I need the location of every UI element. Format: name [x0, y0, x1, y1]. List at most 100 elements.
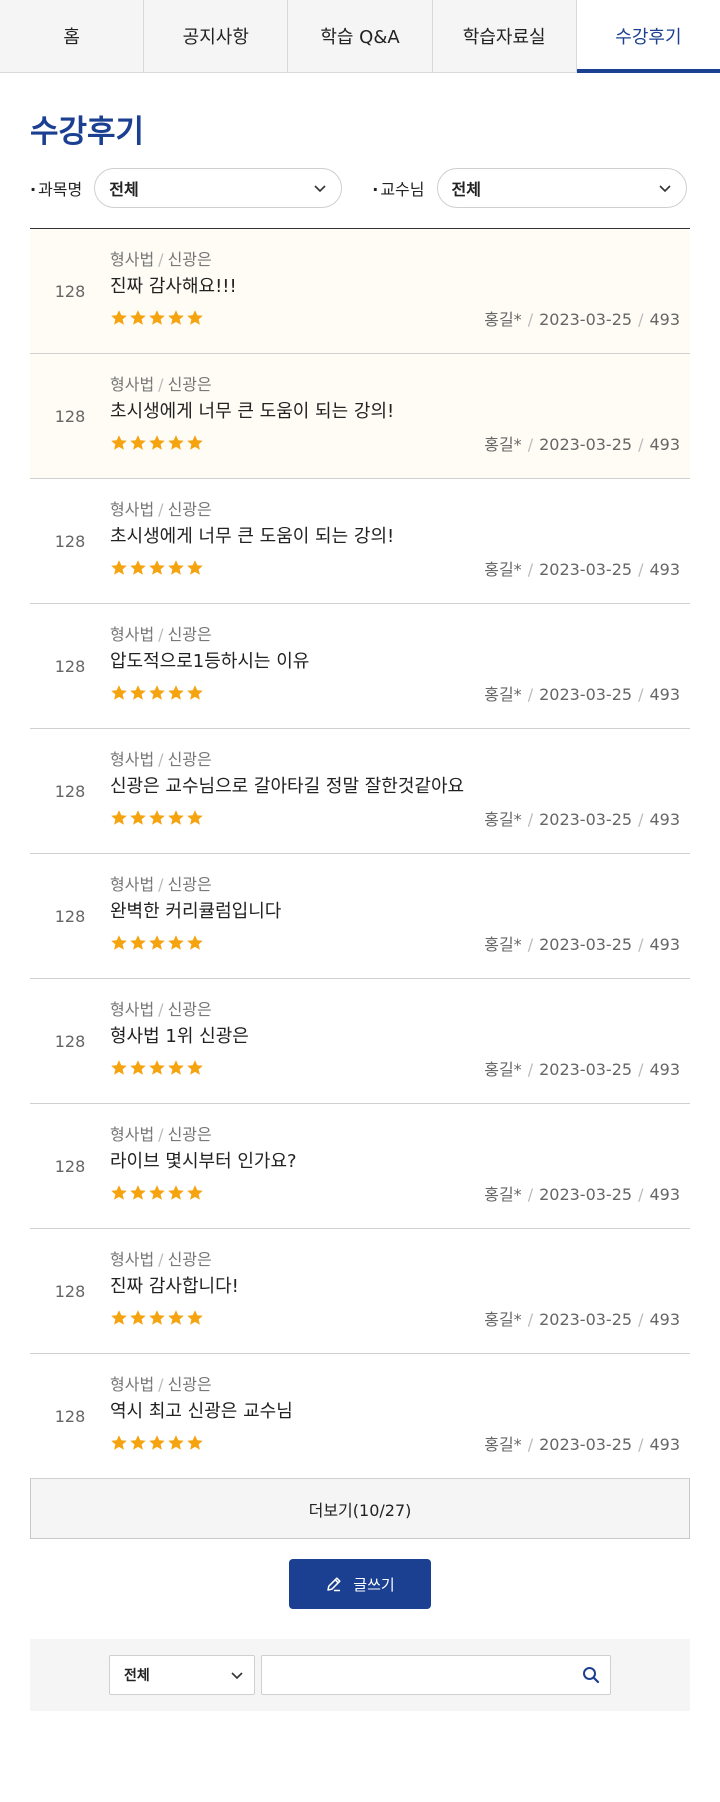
rating-stars: [110, 684, 204, 702]
star-icon: [149, 1310, 165, 1326]
review-title: 형사법 1위 신광은: [110, 1025, 249, 1047]
review-title: 진짜 감사해요!!!: [110, 275, 237, 297]
star-icon: [130, 1060, 146, 1076]
review-meta: 형사법 / 신광은: [110, 249, 212, 269]
review-list: 128 형사법 / 신광은 진짜 감사해요!!! 홍길*/2023-03-25/49…: [30, 228, 690, 1479]
review-row[interactable]: 128 형사법 / 신광은 형사법 1위 신광은 홍길*/2023-03-25/49…: [30, 979, 690, 1104]
review-row[interactable]: 128 형사법 / 신광은 초시생에게 너무 큰 도움이 되는 강의! 홍길*/20…: [30, 354, 690, 479]
search-input[interactable]: [274, 1667, 582, 1683]
review-row[interactable]: 128 형사법 / 신광은 초시생에게 너무 큰 도움이 되는 강의! 홍길*/20…: [30, 479, 690, 604]
write-button[interactable]: 글쓰기: [289, 1559, 431, 1609]
search-icon[interactable]: [582, 1666, 600, 1684]
review-title: 초시생에게 너무 큰 도움이 되는 강의!: [110, 400, 395, 422]
review-views: 493: [649, 810, 680, 830]
subject-select[interactable]: 전체: [94, 168, 343, 208]
star-icon: [111, 935, 127, 951]
tab-qna[interactable]: 학습 Q&A: [288, 0, 433, 72]
review-info: 홍길*/2023-03-25/493: [484, 435, 680, 455]
tab-bar: 홈 공지사항 학습 Q&A 학습자료실 수강후기: [0, 0, 720, 73]
review-views: 493: [649, 1435, 680, 1455]
rating-stars: [110, 1309, 204, 1327]
search-box: [261, 1655, 611, 1695]
review-author: 홍길*: [484, 560, 522, 580]
star-icon: [168, 310, 184, 326]
review-row[interactable]: 128 형사법 / 신광은 진짜 감사합니다! 홍길*/2023-03-25/493: [30, 1229, 690, 1354]
review-teacher: 신광은: [167, 1124, 212, 1144]
review-info: 홍길*/2023-03-25/493: [484, 1185, 680, 1205]
review-author: 홍길*: [484, 810, 522, 830]
star-icon: [130, 435, 146, 451]
review-title: 신광은 교수님으로 갈아타길 정말 잘한것같아요: [110, 775, 465, 797]
star-icon: [111, 1060, 127, 1076]
star-icon: [130, 560, 146, 576]
filter-bar: · 과목명 전체 · 교수님 전체: [30, 168, 690, 208]
review-author: 홍길*: [484, 310, 522, 330]
star-icon: [111, 1185, 127, 1201]
star-icon: [111, 685, 127, 701]
review-meta: 형사법 / 신광은: [110, 1374, 212, 1394]
professor-select[interactable]: 전체: [436, 168, 687, 208]
tab-materials[interactable]: 학습자료실: [432, 0, 577, 72]
review-row[interactable]: 128 형사법 / 신광은 신광은 교수님으로 갈아타길 정말 잘한것같아요 홍길*…: [30, 729, 690, 854]
search-scope-select[interactable]: 전체: [109, 1655, 255, 1695]
review-date: 2023-03-25: [539, 560, 633, 580]
rating-stars: [110, 1434, 204, 1452]
star-icon: [111, 310, 127, 326]
page-title: 수강후기: [30, 114, 145, 150]
star-icon: [168, 1310, 184, 1326]
rating-stars: [110, 309, 204, 327]
professor-filter-label-text: 교수님: [380, 180, 425, 199]
rating-stars: [110, 809, 204, 827]
star-icon: [168, 935, 184, 951]
review-date: 2023-03-25: [539, 1185, 633, 1205]
review-author: 홍길*: [484, 1060, 522, 1080]
review-meta: 형사법 / 신광은: [110, 624, 212, 644]
review-teacher: 신광은: [167, 249, 212, 269]
subject-filter-label-text: 과목명: [38, 180, 83, 199]
review-date: 2023-03-25: [539, 685, 633, 705]
star-icon: [149, 560, 165, 576]
review-row[interactable]: 128 형사법 / 신광은 라이브 몇시부터 인가요? 홍길*/2023-03-25…: [30, 1104, 690, 1229]
review-subject: 형사법: [110, 1374, 155, 1394]
review-author: 홍길*: [484, 1310, 522, 1330]
review-teacher: 신광은: [167, 499, 212, 519]
search-scope-value: 전체: [124, 1668, 150, 1684]
review-subject: 형사법: [110, 874, 155, 894]
review-number: 128: [54, 656, 86, 676]
star-icon: [187, 810, 203, 826]
tab-home[interactable]: 홈: [0, 0, 145, 72]
review-row[interactable]: 128 형사법 / 신광은 완벽한 커리큘럼입니다 홍길*/2023-03-25/4…: [30, 854, 690, 979]
review-number: 128: [54, 406, 86, 426]
review-meta: 형사법 / 신광은: [110, 999, 212, 1019]
star-icon: [187, 560, 203, 576]
review-teacher: 신광은: [167, 1249, 212, 1269]
star-icon: [187, 1310, 203, 1326]
tab-notices[interactable]: 공지사항: [144, 0, 289, 72]
star-icon: [149, 810, 165, 826]
review-views: 493: [649, 1185, 680, 1205]
star-icon: [168, 685, 184, 701]
review-info: 홍길*/2023-03-25/493: [484, 560, 680, 580]
review-meta: 형사법 / 신광은: [110, 1124, 212, 1144]
review-author: 홍길*: [484, 435, 522, 455]
review-row[interactable]: 128 형사법 / 신광은 압도적으로1등하시는 이유 홍길*/2023-03-25…: [30, 604, 690, 729]
rating-stars: [110, 1184, 204, 1202]
star-icon: [149, 1185, 165, 1201]
review-number: 128: [54, 781, 86, 801]
review-row[interactable]: 128 형사법 / 신광은 진짜 감사해요!!! 홍길*/2023-03-25/49…: [30, 229, 690, 354]
star-icon: [149, 935, 165, 951]
star-icon: [149, 1435, 165, 1451]
star-icon: [111, 435, 127, 451]
review-date: 2023-03-25: [539, 310, 633, 330]
review-date: 2023-03-25: [539, 810, 633, 830]
review-title: 압도적으로1등하시는 이유: [110, 650, 310, 672]
review-row[interactable]: 128 형사법 / 신광은 역시 최고 신광은 교수님 홍길*/2023-03-25…: [30, 1354, 690, 1479]
rating-stars: [110, 934, 204, 952]
star-icon: [187, 435, 203, 451]
star-icon: [130, 685, 146, 701]
tab-reviews[interactable]: 수강후기: [576, 0, 720, 73]
load-more-button[interactable]: 더보기(10/27): [30, 1479, 690, 1539]
star-icon: [149, 435, 165, 451]
review-views: 493: [649, 685, 680, 705]
review-info: 홍길*/2023-03-25/493: [484, 935, 680, 955]
